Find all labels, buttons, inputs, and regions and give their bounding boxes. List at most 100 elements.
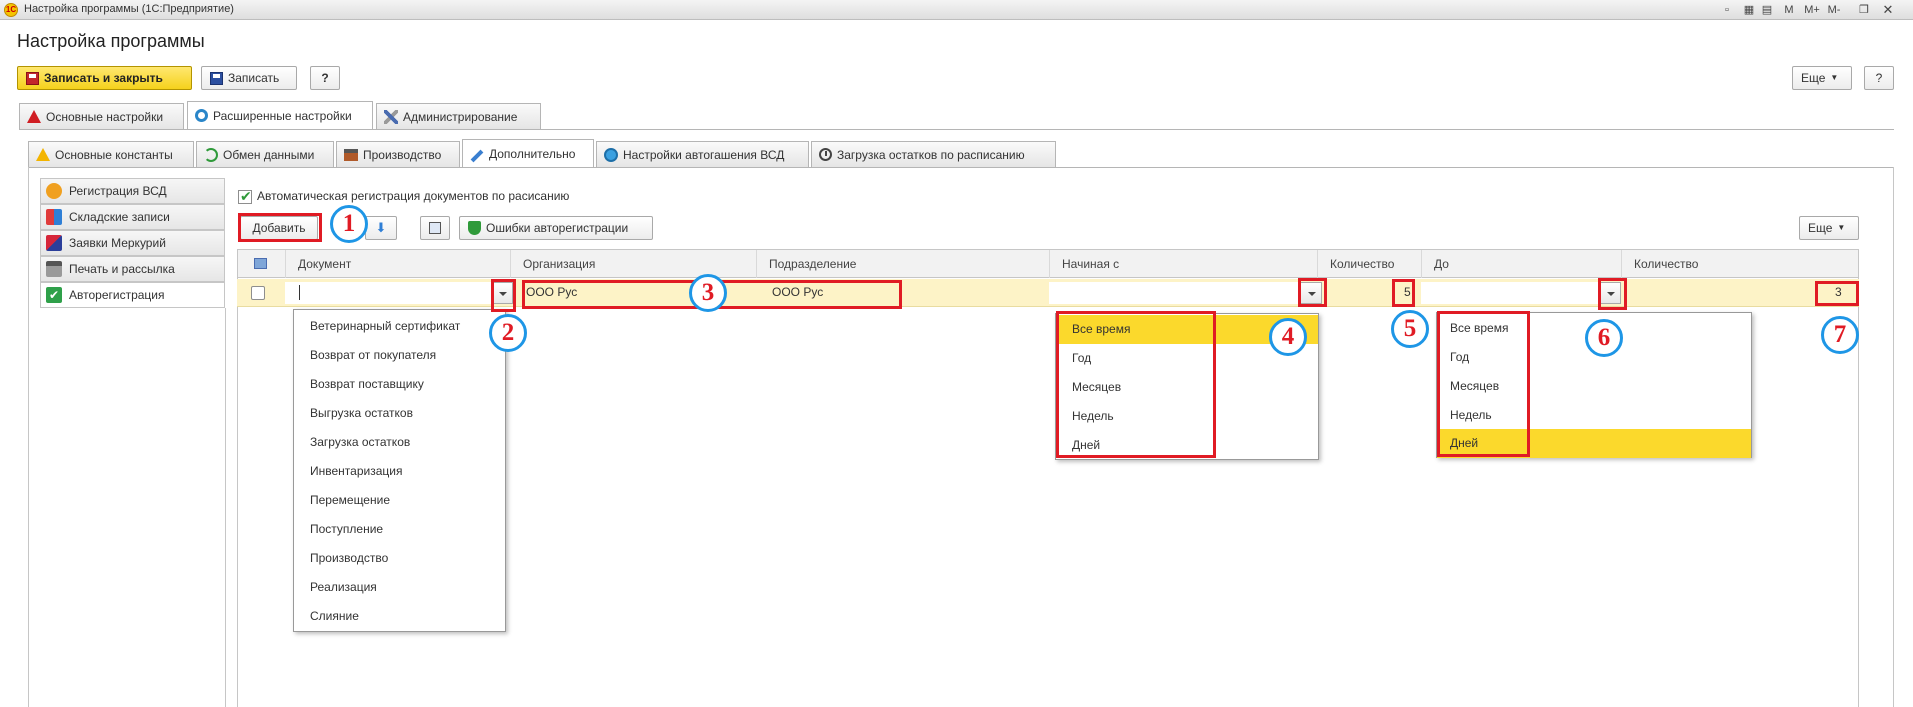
more-label: Еще <box>1808 221 1833 235</box>
sidebar-item-mercury-requests[interactable]: Заявки Меркурий <box>40 230 225 256</box>
col-document[interactable]: Документ <box>286 250 511 278</box>
sidebar-item-auto-registration[interactable]: ✔ Авторегистрация <box>40 282 225 308</box>
more-button[interactable]: Еще ▼ <box>1792 66 1852 90</box>
document-dropdown-list: Ветеринарный сертификат Возврат от покуп… <box>293 309 506 632</box>
tab-data-exchange[interactable]: Обмен данными <box>196 141 334 167</box>
sidebar-item-warehouse-records[interactable]: Складские записи <box>40 204 225 230</box>
list-item[interactable]: Загрузка остатков <box>294 428 505 457</box>
memory-minus-button[interactable]: M- <box>1824 2 1844 18</box>
pipette-icon <box>470 149 484 162</box>
save-and-close-button[interactable]: Записать и закрыть <box>17 66 192 90</box>
col-until[interactable]: До <box>1422 250 1622 278</box>
col-start-from[interactable]: Начиная с <box>1050 250 1318 278</box>
restore-icon[interactable]: ❐ <box>1856 2 1872 18</box>
list-item[interactable]: Производство <box>294 544 505 573</box>
annotation-box-until-dropdown <box>1598 278 1627 310</box>
auto-reg-checkbox-label: Автоматическая регистрация документов по… <box>257 189 570 203</box>
start-from-input[interactable] <box>1049 282 1317 304</box>
tab-main-settings[interactable]: Основные настройки <box>19 103 184 129</box>
tab-divider <box>19 129 1894 130</box>
app-logo-icon: 1С <box>4 3 18 17</box>
history-icon[interactable]: ▫ <box>1720 2 1734 18</box>
save-button[interactable]: Записать <box>201 66 297 90</box>
save-icon <box>210 71 223 85</box>
col-organization[interactable]: Организация <box>511 250 757 278</box>
memory-m-button[interactable]: M <box>1780 2 1798 18</box>
annotation-box-count-until <box>1815 281 1859 306</box>
col-count-until[interactable]: Количество <box>1622 250 1858 278</box>
sidebar-item-label: Печать и рассылка <box>69 262 175 276</box>
tab-label: Расширенные настройки <box>213 108 352 123</box>
move-down-button[interactable]: ⬇ <box>365 216 397 240</box>
list-item[interactable]: Ветеринарный сертификат <box>294 312 505 341</box>
autoreg-errors-label: Ошибки авторегистрации <box>486 221 629 235</box>
copy-button[interactable] <box>420 216 450 240</box>
frame-border <box>1893 167 1894 707</box>
warning-yellow-icon <box>36 148 50 161</box>
list-item[interactable]: Перемещение <box>294 486 505 515</box>
sidebar-item-label: Складские записи <box>69 210 170 224</box>
until-input[interactable] <box>1421 282 1621 304</box>
chevron-down-icon: ▼ <box>1837 223 1846 232</box>
annotation-marker-3: 3 <box>689 274 727 312</box>
autoreg-errors-button[interactable]: Ошибки авторегистрации <box>459 216 653 240</box>
sidebar-item-label: Авторегистрация <box>69 288 165 302</box>
tab-label: Администрирование <box>403 109 518 124</box>
tab-additional[interactable]: Дополнительно <box>462 139 594 167</box>
help-button[interactable]: ? <box>310 66 340 90</box>
save-icon <box>26 71 39 85</box>
select-all-icon[interactable] <box>238 250 286 278</box>
col-subdivision[interactable]: Подразделение <box>757 250 1050 278</box>
list-item[interactable]: Поступление <box>294 515 505 544</box>
tab-label: Обмен данными <box>223 147 315 162</box>
cube-icon <box>46 235 62 251</box>
tab-auto-cancel-vsd[interactable]: Настройки автогашения ВСД <box>596 141 809 167</box>
tab-production[interactable]: Производство <box>336 141 460 167</box>
text-cursor <box>299 285 300 300</box>
annotation-marker-5: 5 <box>1391 310 1429 348</box>
window-titlebar: 1С Настройка программы (1С:Предприятие) … <box>0 0 1913 20</box>
annotation-box-until-list <box>1437 311 1530 457</box>
auto-reg-checkbox[interactable]: ✔ <box>238 188 252 204</box>
list-item[interactable]: Возврат от покупателя <box>294 341 505 370</box>
factory-icon <box>344 148 358 161</box>
tab-label: Дополнительно <box>489 146 576 161</box>
copy-icon <box>429 222 441 234</box>
memory-plus-button[interactable]: M+ <box>1802 2 1822 18</box>
page-title: Настройка программы <box>17 31 205 51</box>
tab-administration[interactable]: Администрирование <box>376 103 541 129</box>
tools-icon <box>384 109 398 124</box>
tab-scheduled-stock-load[interactable]: Загрузка остатков по расписанию <box>811 141 1056 167</box>
exchange-icon <box>204 147 218 162</box>
tab-label: Основные настройки <box>46 109 164 124</box>
sidebar-item-label: Регистрация ВСД <box>69 184 167 198</box>
tab-label: Загрузка остатков по расписанию <box>837 147 1025 162</box>
check-icon: ✔ <box>46 287 62 303</box>
col-count-from[interactable]: Количество <box>1318 250 1422 278</box>
auto-icon <box>604 147 618 162</box>
tab-base-constants[interactable]: Основные константы <box>28 141 194 167</box>
sidebar-item-vsd-registration[interactable]: Регистрация ВСД <box>40 178 225 204</box>
row-checkbox[interactable] <box>251 286 265 300</box>
panel-more-button[interactable]: Еще ▼ <box>1799 216 1859 240</box>
list-item[interactable]: Реализация <box>294 573 505 602</box>
calculator-icon[interactable]: ▦ <box>1742 2 1756 18</box>
certificate-icon <box>46 183 62 199</box>
subtab-divider <box>28 167 1894 168</box>
close-icon[interactable]: ✕ <box>1880 2 1896 18</box>
list-item[interactable]: Слияние <box>294 602 505 631</box>
calendar-icon[interactable]: ▤ <box>1760 2 1774 18</box>
list-item[interactable]: Инвентаризация <box>294 457 505 486</box>
list-item[interactable]: Выгрузка остатков <box>294 399 505 428</box>
tab-label: Производство <box>363 147 442 162</box>
frame-border <box>28 167 29 707</box>
sidebar-item-print-mailing[interactable]: Печать и рассылка <box>40 256 225 282</box>
help-button-right[interactable]: ? <box>1864 66 1894 90</box>
list-item[interactable]: Возврат поставщику <box>294 370 505 399</box>
document-input[interactable] <box>285 282 503 304</box>
sidebar-item-label: Заявки Меркурий <box>69 236 166 250</box>
sidebar-border <box>225 308 226 707</box>
blocks-icon <box>46 209 62 225</box>
tab-extended-settings[interactable]: Расширенные настройки <box>187 101 373 129</box>
annotation-marker-1: 1 <box>330 205 368 243</box>
